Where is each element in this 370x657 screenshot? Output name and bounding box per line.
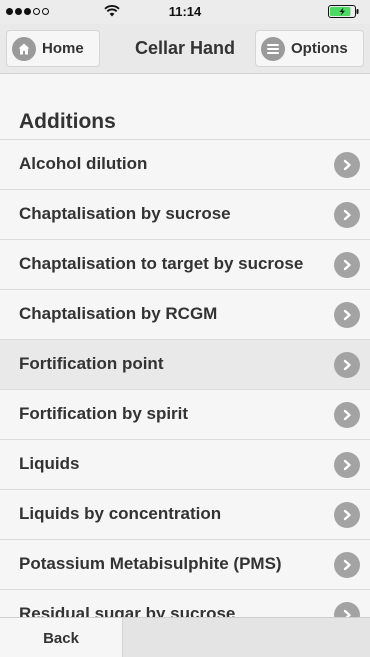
list-item[interactable]: Potassium Metabisulphite (PMS) — [0, 539, 370, 589]
options-button[interactable]: Options — [255, 30, 364, 67]
list-item-label: Chaptalisation by sucrose — [19, 204, 231, 223]
chevron-right-icon — [334, 552, 360, 578]
additions-list: Alcohol dilution Chaptalisation by sucros… — [0, 139, 370, 639]
list-item-label: Alcohol dilution — [19, 154, 148, 173]
list-item[interactable]: Chaptalisation by RCGM — [0, 289, 370, 339]
app-header: Home Cellar Hand Options — [0, 24, 370, 74]
list-item-label: Fortification point — [19, 354, 164, 373]
chevron-right-icon — [334, 402, 360, 428]
list-item[interactable]: Chaptalisation to target by sucrose — [0, 239, 370, 289]
chevron-right-icon — [334, 252, 360, 278]
chevron-right-icon — [334, 352, 360, 378]
section-heading: Additions — [19, 110, 116, 133]
home-button[interactable]: Home — [6, 30, 100, 67]
list-item-label: Liquids — [19, 454, 80, 473]
chevron-right-icon — [334, 302, 360, 328]
footer-bar: Back — [0, 617, 370, 657]
list-item[interactable]: Chaptalisation by sucrose — [0, 189, 370, 239]
list-item-label: Chaptalisation to target by sucrose — [19, 254, 304, 273]
home-button-label: Home — [42, 40, 84, 57]
list-item[interactable]: Fortification point — [0, 339, 370, 389]
menu-icon — [261, 36, 285, 61]
options-button-label: Options — [291, 40, 348, 57]
chevron-right-icon — [334, 202, 360, 228]
chevron-right-icon — [334, 502, 360, 528]
chevron-right-icon — [334, 452, 360, 478]
page-title: Cellar Hand — [134, 38, 236, 58]
status-time: 11:14 — [168, 4, 202, 19]
app-screen: 11:14 Home Cellar Hand Options Additions… — [0, 0, 370, 657]
chevron-right-icon — [334, 152, 360, 178]
list-item-label: Liquids by concentration — [19, 504, 222, 523]
list-item[interactable]: Liquids by concentration — [0, 489, 370, 539]
status-bar: 11:14 — [0, 0, 370, 24]
battery-icon — [328, 5, 359, 18]
list-item-label: Fortification by spirit — [19, 404, 189, 423]
list-item[interactable]: Fortification by spirit — [0, 389, 370, 439]
list-item[interactable]: Alcohol dilution — [0, 139, 370, 189]
back-button[interactable]: Back — [0, 618, 123, 657]
list-item[interactable]: Liquids — [0, 439, 370, 489]
list-item-label: Potassium Metabisulphite (PMS) — [19, 554, 282, 573]
list-item-label: Chaptalisation by RCGM — [19, 304, 218, 323]
home-icon — [12, 36, 36, 61]
